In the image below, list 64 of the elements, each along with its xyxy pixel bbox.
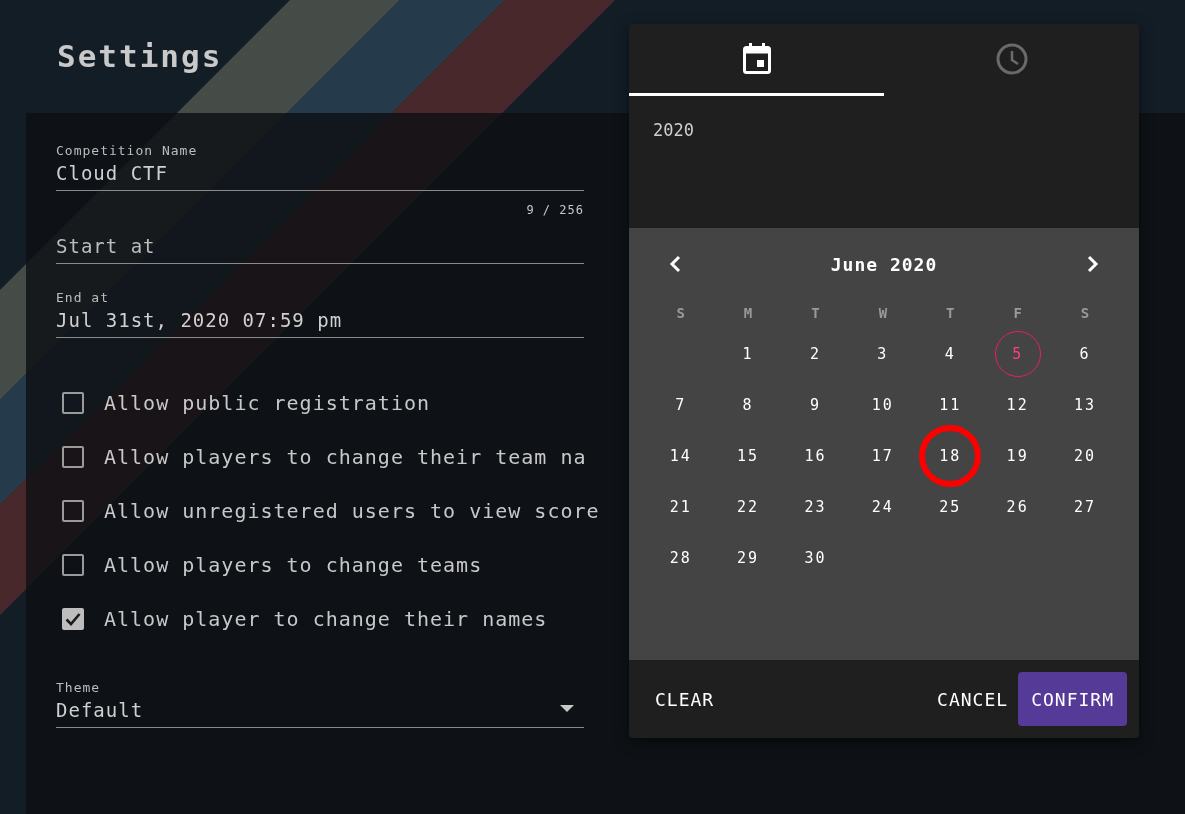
checkbox-label: Allow public registration [104, 391, 431, 415]
weekday-label: T [946, 305, 955, 321]
day-button[interactable]: 29 [725, 534, 772, 581]
checkbox-label: Allow players to change their team na [104, 445, 587, 469]
month-label: June 2020 [830, 253, 938, 275]
day-button[interactable]: 24 [859, 483, 906, 530]
day-button[interactable]: 3 [859, 330, 906, 377]
field-label: Competition Name [56, 143, 198, 158]
day-button[interactable]: 26 [994, 483, 1041, 530]
dialog-button[interactable]: CANCEL [927, 672, 1019, 726]
field-label: Theme [56, 680, 101, 695]
next-month-button[interactable] [1087, 255, 1099, 273]
text-field[interactable]: Jul 31st, 2020 07:59 pm [56, 309, 584, 338]
day-button[interactable]: 6 [1062, 330, 1109, 377]
checkbox[interactable] [62, 392, 84, 414]
field-label: End at [56, 290, 109, 305]
day-button[interactable]: 28 [657, 534, 704, 581]
day-button[interactable]: 27 [1062, 483, 1109, 530]
day-button[interactable]: 16 [792, 432, 839, 479]
day-button[interactable]: 10 [859, 381, 906, 428]
checkbox[interactable] [62, 446, 84, 468]
weekday-label: F [1013, 305, 1022, 321]
day-button[interactable]: 1 [725, 330, 772, 377]
day-button[interactable]: 15 [725, 432, 772, 479]
year-label[interactable]: 2020 [653, 120, 694, 140]
dialog-button[interactable]: CONFIRM [1018, 672, 1127, 726]
checkbox[interactable] [62, 554, 84, 576]
day-button[interactable]: 21 [657, 483, 704, 530]
weekday-label: T [811, 305, 820, 321]
dialog-button[interactable]: CLEAR [645, 672, 725, 726]
day-button[interactable]: 13 [1062, 381, 1109, 428]
weekday-label: M [743, 305, 753, 321]
page-title: Settings [57, 38, 223, 76]
text-field[interactable]: Start at [56, 235, 584, 264]
day-button[interactable]: 19 [994, 432, 1041, 479]
theme-select[interactable]: Theme Default [56, 680, 584, 728]
day-button[interactable]: 14 [657, 432, 704, 479]
circled-day-button[interactable]: 18 [919, 424, 982, 487]
day-button[interactable]: 20 [1062, 432, 1109, 479]
weekday-label: W [878, 305, 888, 321]
checkbox-label: Allow player to change their names [104, 607, 548, 631]
checkbox[interactable] [62, 608, 84, 630]
character-counter: 9 / 256 [526, 203, 584, 217]
dropdown-caret-icon [560, 704, 574, 712]
day-button[interactable]: 8 [725, 381, 772, 428]
day-button[interactable]: 30 [792, 534, 839, 581]
day-button[interactable]: 2 [792, 330, 839, 377]
day-button[interactable]: 22 [725, 483, 772, 530]
checkbox[interactable] [62, 500, 84, 522]
day-button[interactable]: 7 [657, 381, 704, 428]
weekday-label: S [1080, 305, 1090, 321]
day-button[interactable]: 17 [859, 432, 906, 479]
previous-month-button[interactable] [669, 255, 681, 273]
day-button[interactable]: 4 [927, 330, 974, 377]
weekday-label: S [676, 305, 685, 321]
checkbox-label: Allow players to change teams [104, 553, 483, 577]
checkbox-label: Allow unregistered users to view score [104, 499, 600, 523]
select-value: Default [56, 699, 144, 721]
day-button[interactable]: 12 [994, 381, 1041, 428]
day-button[interactable]: 9 [792, 381, 839, 428]
calendar-icon [742, 43, 771, 74]
text-field[interactable]: Cloud CTF [56, 162, 584, 191]
day-button[interactable]: 23 [792, 483, 839, 530]
clock-icon [995, 42, 1028, 75]
